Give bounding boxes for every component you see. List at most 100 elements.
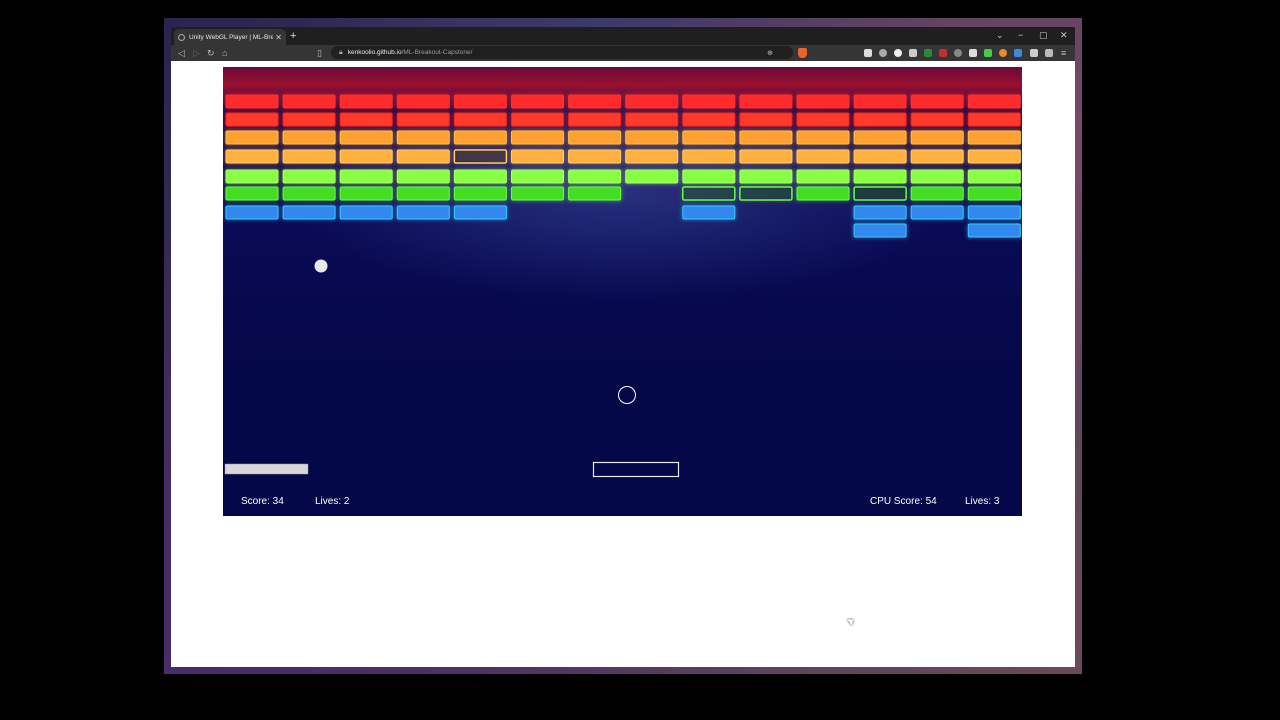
brick <box>853 112 907 127</box>
menu-icon[interactable]: ≡ <box>1061 46 1066 60</box>
brick <box>910 112 964 127</box>
extension-icon[interactable] <box>969 49 977 57</box>
extension-icon[interactable] <box>924 49 932 57</box>
brick <box>225 112 279 127</box>
brick <box>453 94 507 109</box>
sidebar-icon[interactable] <box>1045 49 1053 57</box>
brick <box>682 130 736 145</box>
brick <box>282 149 336 164</box>
brick <box>511 169 564 184</box>
extension-icon[interactable] <box>939 49 947 57</box>
brick <box>511 94 564 109</box>
brick <box>282 94 336 109</box>
url-path: /ML-Breakout-Capstone/ <box>401 49 473 56</box>
brick <box>568 94 622 109</box>
brick <box>225 186 279 201</box>
toolbar: ◁ ▷ ↻ ⌂ ▯ 🔒︎ kenkoolio.github.io /ML-Bre… <box>171 45 1075 61</box>
brick <box>396 169 450 184</box>
brick <box>853 130 907 145</box>
forward-icon[interactable]: ▷ <box>193 46 200 60</box>
browser-tab[interactable]: Unity WebGL Player | ML-Breako ✕ <box>174 29 286 45</box>
game-canvas[interactable]: Score: 34 Lives: 2 CPU Score: 54 Lives: … <box>223 67 1022 516</box>
brick <box>396 94 450 109</box>
brick <box>910 149 964 164</box>
page-content: Score: 34 Lives: 2 CPU Score: 54 Lives: … <box>171 61 1075 667</box>
cpu-lives: Lives: 3 <box>965 496 1000 507</box>
home-icon[interactable]: ⌂ <box>222 46 227 60</box>
brick <box>453 112 507 127</box>
game-scene <box>224 94 1022 478</box>
brick <box>225 94 279 109</box>
brick <box>453 149 508 164</box>
brick <box>910 169 964 184</box>
brick <box>853 149 907 164</box>
cpu-ball <box>618 386 636 404</box>
close-window-button[interactable]: ✕ <box>1060 28 1068 42</box>
extension-icon[interactable] <box>894 49 902 57</box>
reload-icon[interactable]: ↻ <box>207 46 215 60</box>
brick <box>396 112 450 127</box>
brick <box>967 186 1021 201</box>
brick <box>739 94 793 109</box>
tab-search-icon[interactable]: ⌄ <box>996 28 1004 42</box>
brick <box>511 130 564 145</box>
brick <box>682 149 736 164</box>
brick <box>339 186 393 201</box>
brick <box>796 186 850 201</box>
minimize-button[interactable]: − <box>1018 28 1023 42</box>
brick <box>967 130 1021 145</box>
puzzle-icon[interactable] <box>1030 49 1038 57</box>
brick <box>625 169 679 184</box>
extension-icon[interactable] <box>1014 49 1022 57</box>
brick <box>739 169 793 184</box>
brick <box>853 205 907 220</box>
brick <box>796 149 850 164</box>
brick <box>339 112 393 127</box>
extension-icon[interactable] <box>984 49 992 57</box>
brick <box>625 130 679 145</box>
brick <box>568 130 622 145</box>
address-bar[interactable]: 🔒︎ kenkoolio.github.io /ML-Breakout-Caps… <box>331 46 793 59</box>
brick <box>453 130 507 145</box>
brick <box>282 186 336 201</box>
maximize-button[interactable]: ▢ <box>1039 28 1048 42</box>
brick <box>511 112 564 127</box>
brick <box>853 223 907 238</box>
brick <box>225 169 279 184</box>
extension-icon[interactable] <box>864 49 872 57</box>
brick <box>682 169 736 184</box>
brick <box>453 186 507 201</box>
tab-close-icon[interactable]: ✕ <box>275 33 282 42</box>
zoom-icon[interactable]: ⊕ <box>767 49 773 57</box>
brick <box>225 149 279 164</box>
cpu-score: CPU Score: 54 <box>870 496 937 507</box>
new-tab-button[interactable]: + <box>290 29 296 43</box>
brave-shield-icon[interactable] <box>798 48 807 58</box>
brick <box>511 186 564 201</box>
browser-window: Unity WebGL Player | ML-Breako ✕ + ⌄ − ▢… <box>171 27 1075 667</box>
brick <box>453 205 507 220</box>
brick <box>339 130 393 145</box>
url-host: kenkoolio.github.io <box>347 49 402 56</box>
brick <box>682 205 736 220</box>
player-paddle <box>224 463 309 475</box>
extension-icon[interactable] <box>909 49 917 57</box>
bookmark-icon[interactable]: ▯ <box>317 46 322 60</box>
brick <box>282 130 336 145</box>
lock-icon: 🔒︎ <box>339 48 343 56</box>
tab-bar: Unity WebGL Player | ML-Breako ✕ + ⌄ − ▢… <box>171 27 1075 45</box>
extension-icon[interactable] <box>999 49 1007 57</box>
brick <box>396 186 450 201</box>
brick <box>796 94 850 109</box>
brick <box>339 169 393 184</box>
brick <box>739 130 793 145</box>
player-score: Score: 34 <box>241 496 284 507</box>
back-icon[interactable]: ◁ <box>178 46 185 60</box>
extension-icon[interactable] <box>954 49 962 57</box>
brick <box>967 149 1021 164</box>
brick <box>739 186 793 201</box>
brick <box>396 130 450 145</box>
extension-icon[interactable] <box>879 49 887 57</box>
globe-icon <box>178 33 185 41</box>
brick <box>910 186 964 201</box>
